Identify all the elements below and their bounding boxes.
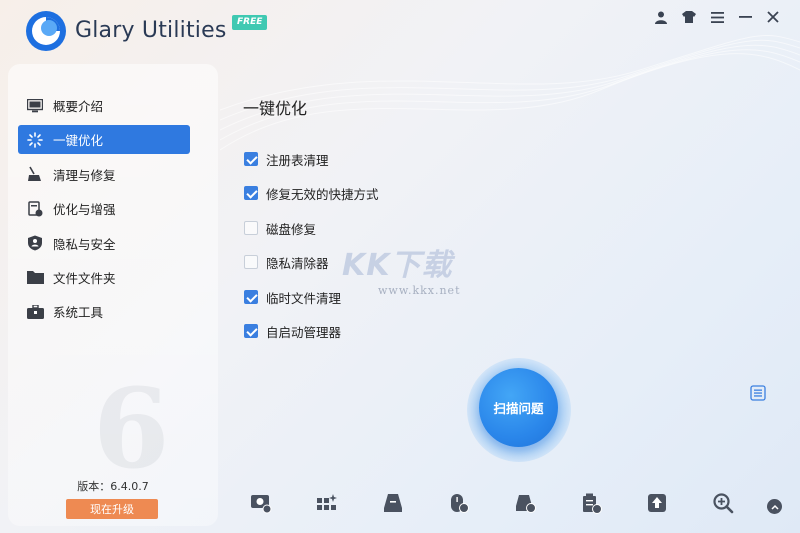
chevron-up-icon	[770, 504, 779, 510]
folder-icon	[26, 268, 44, 286]
menu-icon[interactable]	[708, 8, 726, 26]
skin-icon[interactable]	[680, 8, 698, 26]
version-label: 版本：	[77, 480, 111, 493]
shield-user-icon	[26, 234, 44, 252]
collapse-button[interactable]	[767, 499, 782, 514]
sidebar-item-files[interactable]: 文件文件夹	[18, 263, 190, 292]
startup-manager-checkbox[interactable]	[244, 323, 258, 338]
title-bar: Glary Utilities FREE	[0, 0, 800, 60]
upgrade-button[interactable]: 现在升级	[66, 499, 158, 519]
watermark-url: www.kkx.net	[378, 284, 461, 297]
monitor-icon	[26, 97, 44, 115]
sidebar-item-privacy[interactable]: 隐私与安全	[18, 229, 190, 258]
disk-clean-icon[interactable]	[250, 492, 272, 514]
list-view-icon[interactable]	[750, 385, 766, 401]
option-label: 临时文件清理	[266, 290, 342, 306]
memory-optimizer-icon[interactable]	[448, 492, 470, 514]
sidebar-item-tools[interactable]: 系统工具	[18, 297, 190, 326]
sidebar-item-overview[interactable]: 概要介绍	[18, 91, 190, 120]
startup-manager-icon[interactable]	[316, 492, 338, 514]
shortcut-fixer-checkbox[interactable]	[244, 186, 258, 201]
disk-analysis-icon[interactable]	[382, 492, 404, 514]
option-label: 自启动管理器	[266, 324, 342, 340]
sidebar-item-label: 清理与修复	[53, 167, 116, 183]
app-title: Glary Utilities	[75, 18, 227, 43]
option-temp-files: 临时文件清理	[244, 288, 379, 322]
version-number: 6.4.0.7	[110, 480, 149, 493]
speed-icon	[26, 200, 44, 218]
option-label: 修复无效的快捷方式	[266, 187, 379, 203]
toolbox-icon	[26, 303, 44, 321]
sidebar-item-optimize[interactable]: 优化与增强	[18, 194, 190, 223]
option-label: 隐私清除器	[266, 256, 329, 272]
sidebar-item-label: 文件文件夹	[53, 270, 116, 286]
option-startup-manager: 自启动管理器	[244, 322, 379, 356]
watermark-text: KK下载	[342, 248, 453, 283]
sidebar: 概要介绍 一键优化 清理与修复 优化与增强 隐私与安全 文件文件夹 系统工具 6…	[8, 64, 218, 526]
update-icon[interactable]	[646, 492, 668, 514]
close-icon[interactable]	[764, 8, 782, 26]
temp-files-checkbox[interactable]	[244, 289, 258, 304]
sidebar-item-label: 隐私与安全	[53, 236, 116, 252]
option-shortcut-fixer: 修复无效的快捷方式	[244, 184, 379, 218]
disk-repair-checkbox[interactable]	[244, 220, 258, 235]
site-watermark: KK下载 www.kkx.net	[342, 240, 459, 297]
disk-repair-icon[interactable]	[514, 492, 536, 514]
option-label: 注册表清理	[266, 153, 329, 168]
sparkle-icon	[26, 131, 44, 149]
search-icon[interactable]	[712, 492, 734, 514]
option-registry-cleaner: 注册表清理	[244, 150, 379, 184]
sidebar-item-label: 优化与增强	[53, 202, 116, 218]
registry-cleaner-checkbox[interactable]	[244, 152, 258, 166]
scan-button[interactable]: 扫描问题	[479, 368, 558, 447]
option-label: 磁盘修复	[266, 221, 317, 237]
uninstall-icon[interactable]	[580, 492, 602, 514]
sidebar-item-clean-repair[interactable]: 清理与修复	[18, 160, 190, 189]
window-controls	[652, 8, 782, 26]
sidebar-nav: 概要介绍 一键优化 清理与修复 优化与增强 隐私与安全 文件文件夹 系统工具	[18, 91, 190, 332]
version-info: 版本：6.4.0.7	[8, 478, 218, 494]
page-title: 一键优化	[243, 99, 308, 118]
privacy-cleaner-checkbox[interactable]	[244, 255, 258, 270]
sidebar-item-label: 概要介绍	[53, 99, 104, 114]
free-badge: FREE	[232, 15, 268, 30]
user-icon[interactable]	[652, 8, 670, 26]
sidebar-item-label: 一键优化	[53, 133, 104, 149]
minimize-icon[interactable]	[736, 8, 754, 26]
sidebar-item-one-click[interactable]: 一键优化	[18, 125, 190, 155]
sidebar-item-label: 系统工具	[53, 305, 104, 321]
broom-icon	[26, 165, 44, 183]
version-watermark: 6	[93, 364, 170, 493]
glary-logo	[26, 11, 66, 51]
